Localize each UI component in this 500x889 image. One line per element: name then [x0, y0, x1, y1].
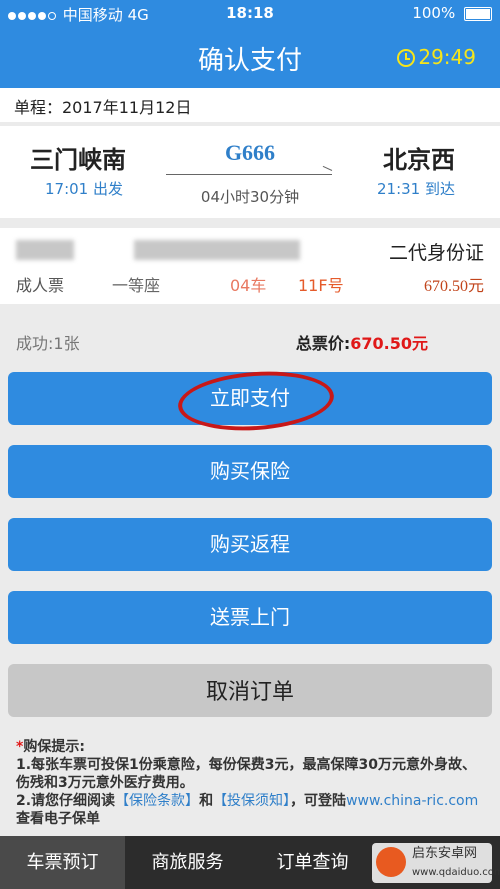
itinerary-date: 单程：2017年11月12日 [14, 98, 192, 117]
clock-icon [397, 49, 416, 67]
ticket-price: 670.50元 [423, 278, 484, 295]
passenger-id-redacted [134, 240, 300, 260]
insurance-terms-link[interactable]: 【保险条款】 [115, 793, 199, 809]
status-right: 100% [412, 4, 492, 22]
ticket-type: 成人票 [16, 276, 65, 295]
pay-now-button[interactable]: 立即支付 [8, 372, 492, 425]
passenger-name-redacted [16, 240, 74, 260]
insurance-notice: *购保提示: 1.每张车票可投保1份乘意险，每份保费3元，最高保障30万元意外身… [16, 738, 486, 828]
policy-url-link[interactable]: www.china-ric.com [346, 793, 478, 809]
arrive-time: 21:31 到达 [377, 180, 455, 198]
watermark-logo-icon [376, 847, 406, 877]
countdown-value: 29:49 [418, 45, 476, 69]
notice-line2: 2.请您仔细阅读【保险条款】和【投保须知】，可登陆www.china-ric.c… [16, 792, 486, 828]
tab-ticket-booking[interactable]: 车票预订 [0, 836, 125, 889]
seat-class: 一等座 [112, 276, 161, 295]
battery-percent: 100% [412, 4, 456, 22]
id-type: 二代身份证 [388, 242, 484, 264]
tab-business-travel[interactable]: 商旅服务 [125, 836, 250, 889]
buy-return-button[interactable]: 购买返程 [8, 518, 492, 571]
site-watermark: 启东安卓网 www.qdaiduo.com [372, 843, 500, 883]
to-station: 北京西 [383, 146, 455, 174]
insurance-notice-link[interactable]: 【投保须知】 [213, 793, 290, 809]
notice-line2-end: 查看电子保单 [16, 811, 100, 827]
seat-number: 11F号 [298, 276, 344, 295]
total-label: 总票价: [295, 334, 351, 353]
order-summary: 成功:1张 总票价:670.50元 [0, 318, 500, 358]
notice-and: 和 [199, 793, 214, 809]
tab-order-query[interactable]: 订单查询 [250, 836, 375, 889]
notice-title: 购保提示: [23, 739, 85, 755]
route-arrow-icon [166, 174, 332, 175]
notice-line2-prefix: 2.请您仔细阅读 [16, 793, 116, 809]
watermark-url: www.qdaiduo.com [412, 867, 500, 878]
total-price: 总票价:670.50元 [296, 330, 428, 354]
cancel-order-button[interactable]: 取消订单 [8, 664, 492, 717]
itinerary-date-row: 单程：2017年11月12日 [0, 88, 500, 122]
car-number: 04车 [230, 276, 267, 295]
notice-line2-suffix: ，可登陆 [290, 793, 347, 809]
trip-card: 三门峡南 17:01 出发 G666 04小时30分钟 北京西 21:31 到达 [0, 126, 500, 218]
watermark-name: 启东安卓网 [412, 846, 478, 861]
ticket-delivery-button[interactable]: 送票上门 [8, 591, 492, 644]
notice-line1: 1.每张车票可投保1份乘意险，每份保费3元，最高保障30万元意外身故、伤残和3万… [16, 757, 477, 791]
countdown-timer: 29:49 [397, 45, 476, 69]
battery-icon [464, 6, 492, 21]
buy-insurance-button[interactable]: 购买保险 [8, 445, 492, 498]
nav-bar: 确认支付 29:49 [0, 28, 500, 88]
success-count: 成功:1张 [16, 334, 80, 353]
tab-bar: 车票预订 商旅服务 订单查询 启东安卓网 www.qdaiduo.com [0, 836, 500, 889]
total-value: 670.50元 [350, 334, 428, 353]
passenger-row: 二代身份证 成人票 一等座 04车 11F号 670.50元 [0, 228, 500, 304]
status-bar: 中国移动 4G 18:18 100% [0, 0, 500, 28]
